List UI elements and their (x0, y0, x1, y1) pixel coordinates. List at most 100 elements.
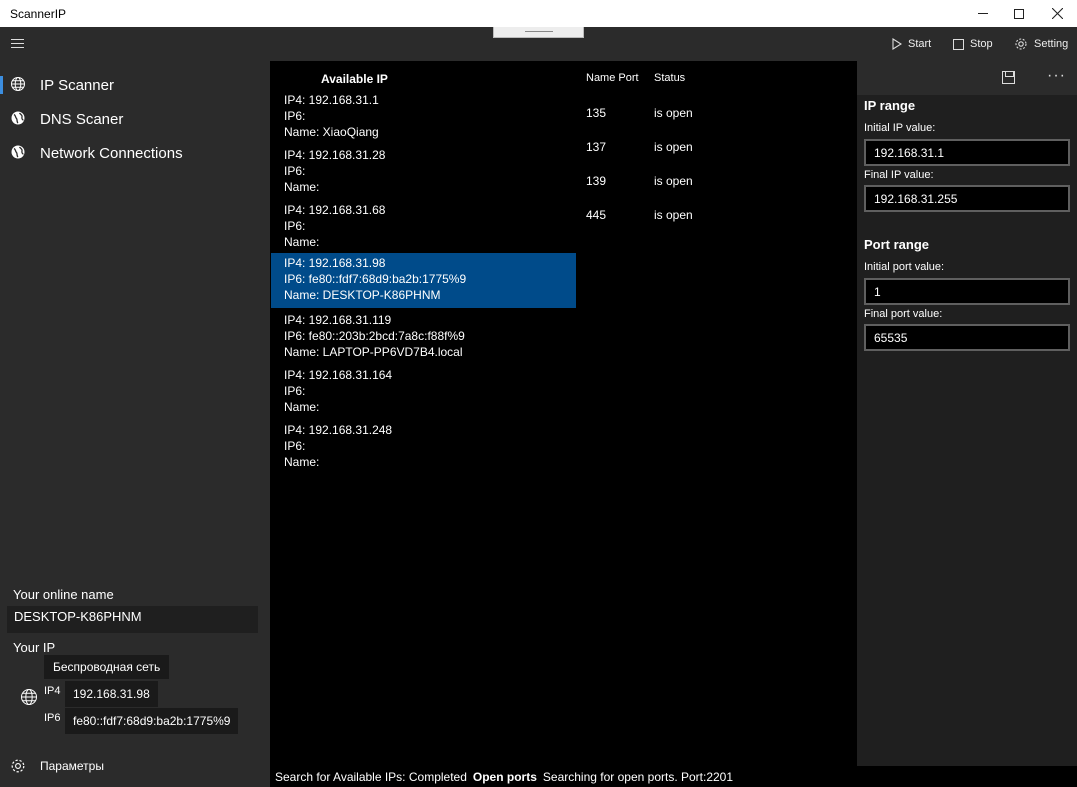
setting-label: Setting (1034, 38, 1069, 50)
available-ip-header: Available IP (321, 72, 388, 86)
gear-icon (1015, 38, 1027, 50)
your-ip-label: Your IP (13, 640, 56, 655)
settings-nav-item[interactable]: Параметры (0, 753, 270, 779)
final-ip-field[interactable]: 192.168.31.255 (864, 185, 1070, 212)
final-port-label: Final port value: (864, 308, 943, 320)
port-search-status: Searching for open ports. Port:2201 (542, 770, 734, 784)
name-line: Name: (284, 400, 320, 414)
maximize-icon (1014, 8, 1024, 19)
maximize-button[interactable] (1000, 0, 1038, 27)
gear-icon (11, 759, 25, 773)
settings-label: Параметры (40, 759, 104, 773)
port-row: 139 is open (586, 174, 736, 192)
port-number: 135 (586, 106, 607, 120)
ip6-line: IP6: (284, 164, 306, 178)
initial-port-label: Initial port value: (864, 261, 945, 273)
port-status: is open (654, 140, 693, 154)
ip-list-item[interactable]: IP4: 192.168.31.28 IP6: Name: (271, 145, 576, 200)
port-row: 135 is open (586, 106, 736, 124)
port-status: is open (654, 106, 693, 120)
ip4-line: IP4: 192.168.31.164 (284, 368, 393, 382)
ip-range-title: IP range (864, 98, 916, 113)
ip6-line: IP6: fe80::fdf7:68d9:ba2b:1775%9 (284, 272, 467, 286)
name-line: Name: DESKTOP-K86PHNM (284, 288, 441, 302)
nav-item-ip-scanner[interactable]: IP Scanner (0, 68, 270, 102)
start-label: Start (908, 38, 932, 50)
ip6-line: IP6: (284, 219, 306, 233)
minimize-button[interactable] (964, 0, 1002, 27)
ip4-tag: IP4 (44, 685, 61, 697)
ip-list-item[interactable]: IP4: 192.168.31.248 IP6: Name: (271, 420, 576, 475)
name-port-header: Name Port (586, 72, 639, 84)
port-status: is open (654, 174, 693, 188)
globe-filled-icon (11, 145, 25, 159)
ip4-line: IP4: 192.168.31.98 (284, 256, 386, 270)
port-number: 137 (586, 140, 607, 154)
open-ports-label: Open ports (472, 770, 537, 784)
globe-filled-icon (11, 111, 25, 125)
ip6-line: IP6: (284, 439, 306, 453)
port-number: 445 (586, 208, 607, 222)
ip-list-item[interactable]: IP4: 192.168.31.68 IP6: Name: (271, 200, 576, 255)
panel-toolbar: ··· (857, 61, 1077, 95)
globe-icon (21, 689, 37, 705)
name-line: Name: XiaoQiang (284, 125, 379, 139)
nav-item-dns-scaner[interactable]: DNS Scaner (0, 102, 270, 136)
adapter-name: Беспроводная сеть (44, 655, 170, 679)
nav-item-network-connections[interactable]: Network Connections (0, 136, 270, 170)
title-bar: ScannerIP (0, 0, 1077, 27)
command-bar: Start Stop Setting (0, 27, 1077, 61)
setting-button[interactable]: Setting (1014, 35, 1068, 53)
sidebar: IP Scanner DNS Scaner Network Connection… (0, 61, 270, 787)
nav-label: Network Connections (40, 144, 183, 162)
ip4-line: IP4: 192.168.31.119 (284, 313, 392, 327)
name-line: Name: (284, 235, 320, 249)
nav-label: DNS Scaner (40, 110, 124, 128)
drag-grip-handle[interactable] (493, 27, 584, 38)
ip-list-item-selected[interactable]: IP4: 192.168.31.98 IP6: fe80::fdf7:68d9:… (271, 253, 576, 308)
globe-icon (11, 77, 25, 91)
ip-search-status: Search for Available IPs: Completed (275, 770, 467, 784)
port-row: 137 is open (586, 140, 736, 158)
nav-label: IP Scanner (40, 76, 114, 94)
ip-list-item[interactable]: IP4: 192.168.31.164 IP6: Name: (271, 365, 576, 420)
port-number: 139 (586, 174, 607, 188)
ip6-line: IP6: fe80::203b:2bcd:7a8c:f88f%9 (284, 329, 465, 343)
start-button[interactable]: Start (892, 35, 931, 53)
final-port-field[interactable]: 65535 (864, 324, 1070, 351)
port-row: 445 is open (586, 208, 736, 226)
final-ip-label: Final IP value: (864, 169, 934, 181)
window-title: ScannerIP (10, 7, 67, 21)
ip-list-item[interactable]: IP4: 192.168.31.119 IP6: fe80::203b:2bcd… (271, 310, 576, 365)
ip6-line: IP6: (284, 384, 306, 398)
name-line: Name: (284, 180, 320, 194)
ip4-line: IP4: 192.168.31.1 (284, 93, 379, 107)
stop-icon (953, 38, 964, 50)
ip-list-item[interactable]: IP4: 192.168.31.1 IP6: Name: XiaoQiang (271, 90, 576, 145)
close-button[interactable] (1038, 0, 1076, 27)
ip4-line: IP4: 192.168.31.68 (284, 203, 386, 217)
port-range-title: Port range (864, 237, 930, 252)
initial-ip-label: Initial IP value: (864, 122, 936, 134)
ip4-line: IP4: 192.168.31.28 (284, 148, 386, 162)
stop-label: Stop (970, 38, 993, 50)
port-status: is open (654, 208, 693, 222)
more-options-icon[interactable]: ··· (1047, 67, 1066, 85)
stop-button[interactable]: Stop (953, 35, 993, 53)
name-line: Name: (284, 455, 320, 469)
online-name-value: DESKTOP-K86PHNM (7, 606, 258, 633)
online-name-label: Your online name (13, 587, 114, 602)
status-bar: Search for Available IPs: Completed Open … (271, 766, 1077, 787)
ip4-value: 192.168.31.98 (65, 681, 158, 707)
ip4-line: IP4: 192.168.31.248 (284, 423, 393, 437)
close-icon (1051, 8, 1063, 19)
play-icon (892, 38, 902, 50)
settings-panel: ··· IP range Initial IP value: 192.168.3… (857, 61, 1077, 766)
ip6-line: IP6: (284, 109, 306, 123)
status-header: Status (654, 72, 686, 84)
save-icon[interactable] (1002, 71, 1015, 84)
initial-ip-field[interactable]: 192.168.31.1 (864, 139, 1070, 166)
initial-port-field[interactable]: 1 (864, 278, 1070, 305)
name-line: Name: LAPTOP-PP6VD7B4.local (284, 345, 463, 359)
hamburger-menu-icon[interactable] (8, 35, 26, 53)
